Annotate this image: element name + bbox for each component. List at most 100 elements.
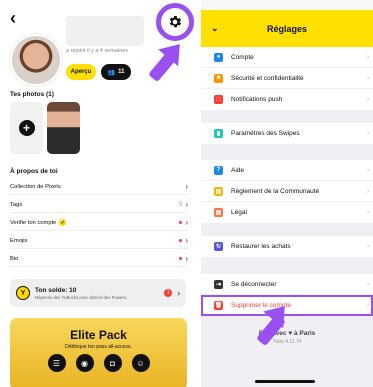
chevron-right-icon: ›: [366, 187, 370, 195]
settings-group-help: ? Aide › ▤ Règlement de la Communauté › …: [201, 160, 373, 223]
row-label: Bio: [10, 255, 19, 262]
friends-icon: 👥: [107, 69, 116, 76]
plus-icon: +: [18, 120, 35, 136]
settings-item-restore[interactable]: ↻ Restaurer les achats ›: [201, 236, 373, 257]
settings-item-aide[interactable]: ? Aide ›: [201, 160, 373, 181]
profile-avatar[interactable]: [10, 34, 62, 86]
settings-footer: Fait avec ♥ à Paris Yubo 4.11.74: [201, 330, 373, 345]
swipe-icon: ▮: [214, 129, 223, 138]
chevron-right-icon: ›: [366, 209, 370, 216]
photos-title: Tes photos (1): [10, 91, 54, 98]
row-collection-pixels[interactable]: Collection de Pixels ›: [10, 179, 188, 195]
chevron-right-icon: ›: [185, 236, 188, 245]
chevron-right-icon: ›: [366, 53, 370, 61]
smiley-icon: ☺: [131, 354, 150, 372]
notification-dot: [179, 221, 183, 224]
balance-title: Ton solde: 10: [35, 286, 77, 294]
bell-icon: □: [214, 95, 223, 104]
settings-title: Réglages: [266, 23, 308, 34]
about-title: À propos de toi: [10, 168, 58, 175]
settings-item-label: Notifications push: [231, 96, 283, 103]
gear-icon: [169, 16, 182, 28]
elite-title: Elite Pack: [70, 328, 127, 342]
friends-button[interactable]: 👥 11: [101, 64, 131, 80]
chevron-right-icon: ›: [185, 182, 188, 191]
settings-group-account: ● Compte › ■ Sécurité et confidentialité…: [201, 47, 373, 110]
balance-card[interactable]: Y Ton solde: 10 Dépense des YuBucks pour…: [10, 279, 186, 307]
settings-button[interactable]: [156, 3, 194, 41]
settings-group-swipes: ▮ Paramètres des Swipes ›: [201, 123, 373, 144]
elite-pack-card[interactable]: Elite Pack Débloque ton pass all-access.…: [10, 318, 187, 387]
add-photo-button[interactable]: +: [10, 102, 43, 154]
back-chevron-icon[interactable]: ‹: [10, 9, 26, 27]
yubucks-coin-icon: Y: [16, 286, 30, 300]
row-label: Verifie ton compte: [10, 219, 57, 226]
settings-item-label: Compte: [231, 53, 254, 61]
balance-badge: 1: [164, 289, 173, 297]
row-label: Tags: [10, 201, 23, 208]
chevron-down-icon[interactable]: ⌄: [211, 23, 219, 34]
chevron-right-icon: ›: [366, 130, 370, 137]
chevron-right-icon: ›: [366, 243, 370, 250]
chevron-right-icon: ›: [366, 166, 370, 174]
settings-item-label: Restaurer les achats: [231, 243, 291, 250]
trash-icon: 🗑: [214, 301, 223, 310]
chevron-right-icon: ›: [177, 288, 180, 298]
verified-check-icon: ✓: [59, 219, 67, 226]
settings-item-label: Se déconnecter: [231, 280, 277, 288]
preview-button[interactable]: Aperçu: [66, 64, 96, 80]
footer-made-in: Fait avec ♥ à Paris: [258, 330, 316, 337]
settings-item-securite[interactable]: ■ Sécurité et confidentialité ›: [201, 68, 373, 89]
logout-icon: ⇥: [214, 279, 223, 289]
notification-dot: [179, 257, 183, 260]
settings-item-label: Aide: [231, 166, 245, 174]
sheet-handle: [201, 0, 373, 10]
row-verify-account[interactable]: Verifie ton compte ✓ ›: [10, 215, 188, 231]
restore-icon: ↻: [214, 242, 223, 251]
settings-item-compte[interactable]: ● Compte ›: [201, 47, 373, 68]
row-tags[interactable]: Tags 5 ›: [10, 197, 188, 213]
chevron-right-icon: ›: [366, 280, 370, 288]
settings-screen: ⌄ Réglages ● Compte › ■ Sécurité et conf…: [201, 0, 373, 387]
camera-icon: ◘: [103, 354, 122, 372]
chevron-right-icon: ›: [366, 302, 370, 309]
footer-version: Yubo 4.11.74: [272, 339, 302, 345]
lock-icon: ■: [214, 73, 223, 83]
settings-item-notifications[interactable]: □ Notifications push ›: [201, 89, 373, 110]
elite-subtitle: Débloque ton pass all-access.: [65, 344, 132, 350]
row-bio[interactable]: Bio ›: [10, 251, 188, 267]
settings-item-label: Supprimer le compte: [231, 302, 291, 309]
chevron-right-icon: ›: [366, 74, 370, 82]
rules-icon: ▤: [214, 186, 223, 196]
settings-item-label: Légal: [231, 209, 247, 216]
legal-icon: ▤: [214, 208, 223, 217]
row-emojis[interactable]: Emojis ›: [10, 233, 188, 249]
chevron-right-icon: ›: [366, 96, 370, 103]
settings-item-reglement[interactable]: ▤ Règlement de la Communauté ›: [201, 181, 373, 202]
settings-group-purchases: ↻ Restaurer les achats ›: [201, 236, 373, 257]
notification-dot: [179, 239, 183, 242]
row-label: Emojis: [10, 237, 28, 244]
profile-photo-thumbnail[interactable]: [47, 102, 80, 154]
settings-item-swipes[interactable]: ▮ Paramètres des Swipes ›: [201, 123, 373, 144]
settings-item-label: Sécurité et confidentialité: [231, 74, 304, 82]
settings-item-logout[interactable]: ⇥ Se déconnecter ›: [201, 274, 373, 295]
joined-text: a rejoint il y a 4 semaines: [66, 48, 129, 54]
row-label: Collection de Pixels: [10, 183, 61, 190]
user-icon: ●: [214, 52, 223, 62]
tags-count: 5: [178, 201, 183, 208]
chevron-right-icon: ›: [185, 218, 188, 227]
settings-item-legal[interactable]: ▤ Légal ›: [201, 202, 373, 223]
help-icon: ?: [214, 165, 223, 175]
filter-icon: ☰: [47, 354, 66, 372]
friends-count: 11: [118, 69, 125, 75]
username-blurred: [66, 16, 144, 46]
settings-item-label: Paramètres des Swipes: [231, 130, 300, 137]
home-indicator: [255, 380, 315, 383]
eye-icon: ◉: [75, 354, 94, 372]
settings-header: ⌄ Réglages: [201, 10, 373, 47]
balance-subtitle: Dépense des YuBucks pour obtenir des Pow…: [35, 294, 128, 300]
chevron-right-icon: ›: [185, 254, 188, 263]
settings-item-label: Règlement de la Communauté: [231, 187, 320, 195]
chevron-right-icon: ›: [185, 200, 188, 209]
